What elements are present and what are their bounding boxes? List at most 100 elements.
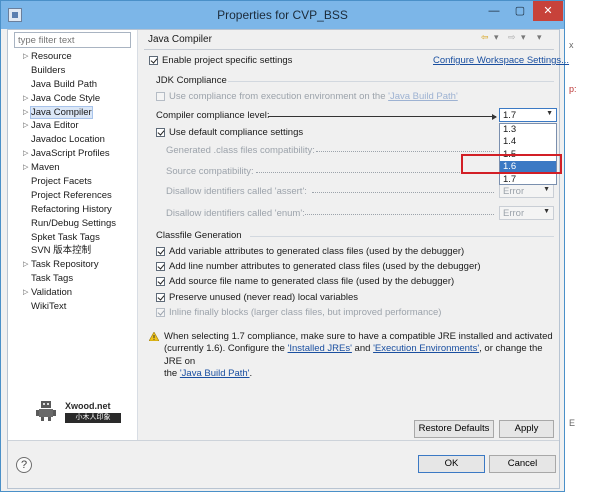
chevron-down-icon: ▼ bbox=[543, 208, 550, 215]
use-env-build-path-link[interactable]: 'Java Build Path' bbox=[388, 91, 458, 102]
jdk-group-line bbox=[228, 81, 554, 82]
expand-arrow-icon[interactable]: ▷ bbox=[23, 258, 28, 272]
classfile-option-box[interactable] bbox=[156, 262, 165, 272]
classfile-option-label: Add source file name to generated class … bbox=[169, 276, 455, 288]
minimize-button[interactable]: — bbox=[481, 1, 507, 21]
ok-button[interactable]: OK bbox=[418, 455, 485, 473]
tree-item[interactable]: Project References bbox=[10, 189, 137, 203]
tree-item[interactable]: WikiText bbox=[10, 300, 137, 314]
enum-select[interactable]: Error ▼ bbox=[499, 206, 554, 220]
use-env-checkbox[interactable]: Use compliance from execution environmen… bbox=[156, 91, 458, 102]
background-edge-text: x bbox=[569, 40, 574, 50]
use-default-checkbox[interactable]: Use default compliance settings bbox=[156, 127, 303, 138]
tree-item-label: JavaScript Profiles bbox=[31, 148, 110, 160]
classfile-option-checkbox[interactable]: Inline finally blocks (larger class file… bbox=[156, 307, 441, 318]
compliance-option[interactable]: 1.4 bbox=[500, 136, 556, 148]
compliance-level-value: 1.7 bbox=[503, 110, 517, 121]
expand-arrow-icon[interactable]: ▷ bbox=[23, 92, 28, 106]
classfile-option-checkbox[interactable]: Add source file name to generated class … bbox=[156, 276, 454, 287]
tree-item[interactable]: ▷ Validation bbox=[10, 286, 137, 300]
enable-specific-checkbox[interactable]: Enable project specific settings bbox=[149, 55, 292, 66]
use-env-box[interactable] bbox=[156, 92, 165, 101]
restore-defaults-button[interactable]: Restore Defaults bbox=[414, 420, 494, 438]
classfile-option-checkbox[interactable]: Add line number attributes to generated … bbox=[156, 261, 481, 272]
watermark-logo: Xwood.net 小木人印象 bbox=[35, 400, 125, 426]
expand-arrow-icon[interactable]: ▷ bbox=[23, 286, 28, 300]
installed-jres-link[interactable]: 'Installed JREs' bbox=[288, 343, 352, 354]
forward-arrow-icon[interactable]: ⇨ bbox=[508, 32, 516, 43]
page-navigation: ⇦ ▾ ⇨ ▾ ▾ bbox=[481, 32, 556, 46]
cancel-button[interactable]: Cancel bbox=[489, 455, 556, 473]
configure-workspace-link[interactable]: Configure Workspace Settings... bbox=[433, 55, 569, 66]
tree-item[interactable]: ▷ JavaScript Profiles bbox=[10, 147, 137, 161]
tree-item[interactable]: ▷ Maven bbox=[10, 161, 137, 175]
classfile-option-checkbox[interactable]: Preserve unused (never read) local varia… bbox=[156, 292, 358, 303]
tree-item-label: Run/Debug Settings bbox=[31, 217, 117, 229]
view-menu-icon[interactable]: ▾ bbox=[537, 32, 542, 43]
compliance-option[interactable]: 1.3 bbox=[500, 124, 556, 136]
warning-line-3-tail: . bbox=[249, 368, 253, 380]
compliance-level-select[interactable]: 1.7 ▼ bbox=[499, 108, 557, 122]
help-icon[interactable]: ? bbox=[16, 457, 32, 473]
background-edge-text: E bbox=[569, 418, 576, 428]
watermark-sub: 小木人印象 bbox=[65, 413, 121, 423]
source-compat-label: Source compatibility: bbox=[166, 166, 254, 177]
tree-item[interactable]: ▷ Java Compiler bbox=[10, 105, 137, 120]
enum-leader bbox=[305, 214, 494, 215]
use-default-box[interactable] bbox=[156, 128, 165, 137]
classfile-option-checkbox[interactable]: Add variable attributes to generated cla… bbox=[156, 246, 464, 257]
classfile-option-label: Add variable attributes to generated cla… bbox=[169, 246, 465, 257]
tree-item[interactable]: ▷ Task Repository bbox=[10, 258, 137, 272]
maximize-button[interactable]: ▢ bbox=[507, 1, 533, 21]
tree-item[interactable]: Project Facets bbox=[10, 175, 137, 189]
tree-item[interactable]: Spket Task Tags bbox=[10, 231, 137, 245]
tree-item-label: Java Build Path bbox=[31, 78, 98, 90]
compliance-option[interactable]: 1.7 bbox=[500, 174, 556, 186]
assert-select[interactable]: Error ▼ bbox=[499, 184, 554, 198]
classfile-option-box[interactable] bbox=[156, 247, 165, 256]
source-compat-leader bbox=[256, 172, 494, 173]
tree-item[interactable]: Builders bbox=[10, 64, 137, 78]
page-title: Java Compiler bbox=[148, 34, 212, 45]
filter-input[interactable] bbox=[14, 32, 131, 48]
tree-item-label: Resource bbox=[31, 51, 72, 62]
tree-item-label: Javadoc Location bbox=[31, 134, 105, 146]
classfile-option-label: Preserve unused (never read) local varia… bbox=[169, 291, 359, 303]
classfile-option-box[interactable] bbox=[156, 292, 165, 302]
forward-dropdown-icon[interactable]: ▾ bbox=[521, 32, 526, 43]
tree-item-label: Builders bbox=[31, 64, 66, 76]
close-button[interactable]: ✕ bbox=[533, 1, 563, 21]
generated-compat-leader bbox=[316, 151, 494, 152]
classfile-option-label: Add line number attributes to generated … bbox=[169, 261, 481, 273]
expand-arrow-icon[interactable]: ▷ bbox=[23, 147, 28, 161]
tree-item[interactable]: ▷ Java Code Style bbox=[10, 92, 137, 106]
apply-button[interactable]: Apply bbox=[499, 420, 554, 438]
enable-specific-box[interactable] bbox=[149, 56, 158, 65]
java-build-path-link[interactable]: 'Java Build Path' bbox=[180, 368, 250, 379]
expand-arrow-icon[interactable]: ▷ bbox=[23, 119, 28, 133]
properties-dialog: Properties for CVP_BSS — ▢ ✕ ▷ResourceBu… bbox=[0, 0, 569, 492]
tree-item-label: Spket Task Tags bbox=[31, 231, 100, 243]
use-env-label: Use compliance from execution environmen… bbox=[169, 91, 389, 102]
tree-item[interactable]: Javadoc Location bbox=[10, 133, 137, 147]
enum-label: Disallow identifiers called 'enum': bbox=[166, 208, 305, 219]
tree-item[interactable]: Refactoring History bbox=[10, 203, 137, 217]
expand-arrow-icon[interactable]: ▷ bbox=[23, 106, 28, 120]
tree-item[interactable]: ▷ Java Editor bbox=[10, 119, 137, 133]
back-arrow-icon[interactable]: ⇦ bbox=[481, 32, 489, 43]
classfile-option-box[interactable] bbox=[156, 277, 165, 287]
classfile-option-box[interactable] bbox=[156, 307, 165, 317]
tree-item[interactable]: Task Tags bbox=[10, 272, 137, 286]
expand-arrow-icon[interactable]: ▷ bbox=[23, 50, 28, 64]
tree-item[interactable]: SVN 版本控制 bbox=[10, 244, 137, 258]
execution-environments-link[interactable]: 'Execution Environments' bbox=[373, 343, 479, 354]
tree-item[interactable]: Run/Debug Settings bbox=[10, 217, 137, 231]
tree-item[interactable]: Java Build Path bbox=[10, 78, 137, 92]
title-bar: Properties for CVP_BSS — ▢ ✕ bbox=[1, 1, 564, 29]
tree-item[interactable]: ▷ Resource bbox=[10, 50, 137, 64]
preference-tree-pane: ▷ResourceBuildersJava Build Path▷Java Co… bbox=[8, 30, 137, 440]
expand-arrow-icon[interactable]: ▷ bbox=[23, 161, 28, 175]
back-dropdown-icon[interactable]: ▾ bbox=[494, 32, 499, 43]
warning-line-2: (currently 1.6). Configure the 'Installe… bbox=[164, 343, 554, 368]
tree-item-label: Maven bbox=[31, 162, 60, 174]
